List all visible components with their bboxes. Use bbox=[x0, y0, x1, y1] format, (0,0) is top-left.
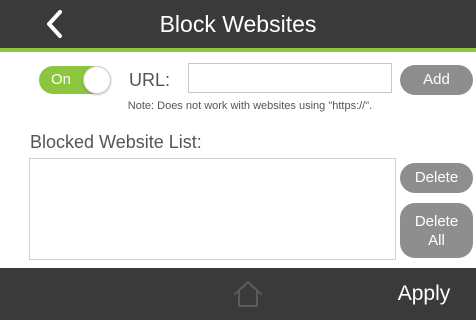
header-accent-bar bbox=[0, 48, 476, 52]
blocked-list-heading: Blocked Website List: bbox=[30, 132, 202, 152]
delete-all-label-line1: Delete bbox=[414, 212, 459, 230]
https-note: Note: Does not work with websites using … bbox=[127, 100, 373, 112]
header-bar: Block Websites bbox=[0, 0, 476, 48]
home-button[interactable] bbox=[228, 276, 268, 312]
add-button[interactable]: Add bbox=[400, 65, 473, 95]
block-toggle[interactable]: On bbox=[39, 66, 111, 94]
page-title: Block Websites bbox=[159, 11, 317, 37]
delete-button[interactable]: Delete bbox=[400, 163, 473, 193]
blocked-website-list[interactable] bbox=[29, 158, 396, 260]
apply-button[interactable]: Apply bbox=[384, 268, 464, 320]
home-icon bbox=[234, 281, 262, 307]
toggle-knob bbox=[83, 66, 111, 94]
delete-all-label-line2: All bbox=[428, 231, 445, 249]
toggle-label: On bbox=[51, 71, 72, 88]
footer-bar: Apply bbox=[0, 268, 476, 320]
url-label: URL: bbox=[129, 70, 171, 90]
url-input[interactable] bbox=[188, 63, 392, 93]
delete-all-button[interactable]: Delete All bbox=[400, 203, 473, 258]
